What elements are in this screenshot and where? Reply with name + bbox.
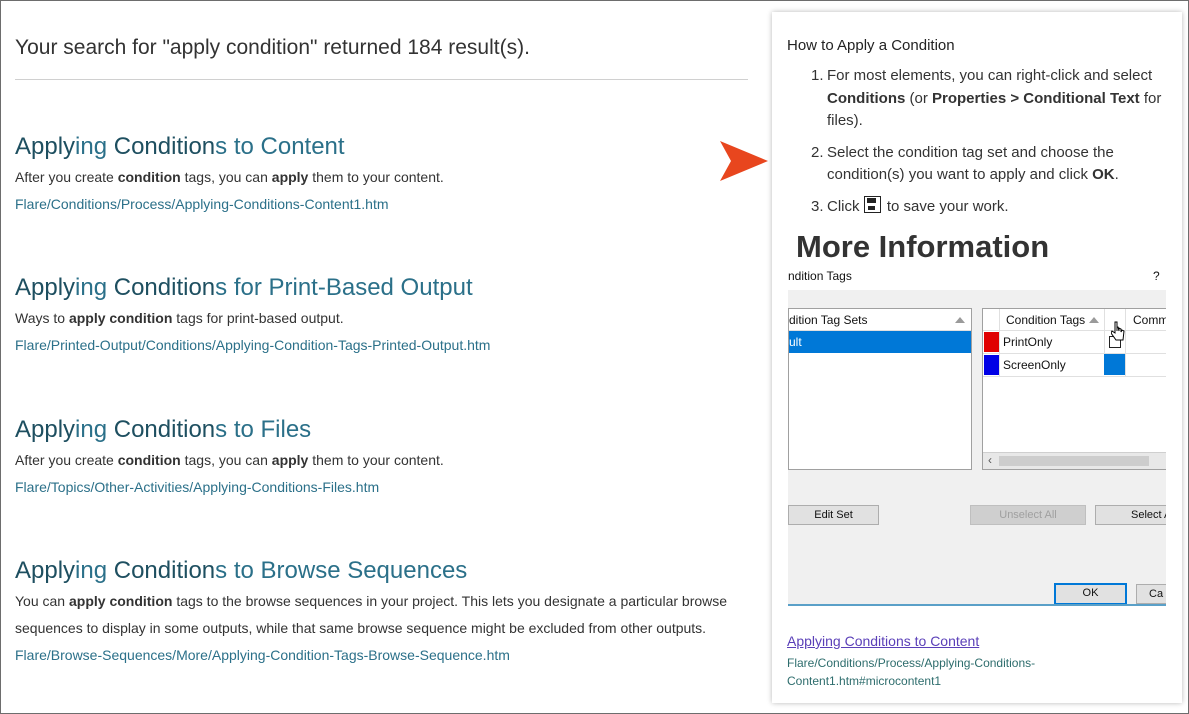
- result-url[interactable]: Flare/Browse-Sequences/More/Applying-Con…: [15, 642, 750, 669]
- step-item: 3. Click to save your work.: [811, 195, 1009, 215]
- select-all-button[interactable]: Select A: [1095, 505, 1166, 525]
- dialog-title: ndition Tags: [788, 269, 852, 283]
- condition-tags-dialog: ndition Tags ? dition Tag Sets ult Condi…: [788, 260, 1166, 606]
- preview-heading: How to Apply a Condition: [787, 37, 955, 54]
- dialog-bottom-border: [788, 604, 1166, 606]
- pointer-arrow-icon: [720, 141, 768, 181]
- result-description: After you create condition tags, you can…: [15, 169, 444, 185]
- steps-list: 1. For most elements, you can right-click…: [787, 65, 1167, 227]
- tag-color-swatch: [984, 332, 999, 352]
- divider: [15, 79, 748, 80]
- condition-tags-header: Condition Tags: [1006, 313, 1086, 327]
- step-item: 2. Select the condition tag set and choos…: [811, 143, 1119, 184]
- tag-sets-header: dition Tag Sets: [789, 309, 971, 331]
- result-description: Ways to apply condition tags for print-b…: [15, 310, 344, 326]
- save-icon: [863, 195, 881, 213]
- preview-link[interactable]: Applying Conditions to Content: [787, 633, 979, 649]
- result-url[interactable]: Flare/Printed-Output/Conditions/Applying…: [15, 332, 750, 359]
- sort-up-icon: [955, 317, 965, 323]
- result-url[interactable]: Flare/Conditions/Process/Applying-Condit…: [15, 191, 750, 218]
- condition-tags-grid[interactable]: Condition Tags Comme PrintOnly ScreenOnl…: [982, 308, 1166, 470]
- tag-name: PrintOnly: [1003, 335, 1053, 349]
- sort-up-icon: [1089, 317, 1099, 323]
- result-title[interactable]: Applying Conditions to Browse Sequences: [15, 556, 750, 586]
- search-result: Applying Conditions to Browse Sequences …: [15, 556, 750, 669]
- preview-path: Flare/Conditions/Process/Applying-Condit…: [787, 656, 1036, 688]
- preview-panel: How to Apply a Condition 1. For most elem…: [772, 12, 1182, 703]
- step-item: 1. For most elements, you can right-click…: [811, 67, 1162, 129]
- tag-checkbox-selected[interactable]: [1104, 354, 1125, 375]
- mouse-cursor-icon: [1111, 321, 1125, 341]
- cancel-button[interactable]: Ca: [1136, 584, 1166, 604]
- search-summary: Your search for "apply condition" return…: [15, 36, 530, 59]
- search-result: Applying Conditions to Content After you…: [15, 132, 750, 218]
- search-result: Applying Conditions to Files After you c…: [15, 415, 750, 501]
- result-url[interactable]: Flare/Topics/Other-Activities/Applying-C…: [15, 474, 750, 501]
- scroll-left-icon[interactable]: ‹: [988, 453, 992, 467]
- tag-color-swatch: [984, 355, 999, 375]
- tag-row[interactable]: ScreenOnly: [983, 354, 1166, 377]
- search-result: Applying Conditions for Print-Based Outp…: [15, 273, 750, 359]
- result-title[interactable]: Applying Conditions for Print-Based Outp…: [15, 273, 750, 303]
- ok-button[interactable]: OK: [1054, 583, 1127, 605]
- tag-sets-list[interactable]: dition Tag Sets ult: [788, 308, 972, 470]
- tag-name: ScreenOnly: [1003, 358, 1066, 372]
- grid-header: Condition Tags Comme: [983, 309, 1166, 331]
- unselect-all-button[interactable]: Unselect All: [970, 505, 1086, 525]
- result-description: After you create condition tags, you can…: [15, 452, 444, 468]
- edit-set-button[interactable]: Edit Set: [788, 505, 879, 525]
- result-title[interactable]: Applying Conditions to Files: [15, 415, 750, 445]
- help-icon[interactable]: ?: [1153, 269, 1160, 283]
- dialog-titlebar: ndition Tags ?: [788, 260, 1166, 290]
- tag-row[interactable]: PrintOnly: [983, 331, 1166, 354]
- result-title[interactable]: Applying Conditions to Content: [15, 132, 750, 162]
- comments-header: Comme: [1133, 313, 1166, 327]
- scroll-thumb[interactable]: [999, 456, 1149, 466]
- tag-set-row[interactable]: ult: [789, 331, 971, 353]
- horizontal-scrollbar[interactable]: ‹: [983, 452, 1166, 469]
- result-description: You can apply condition tags to the brow…: [15, 593, 728, 636]
